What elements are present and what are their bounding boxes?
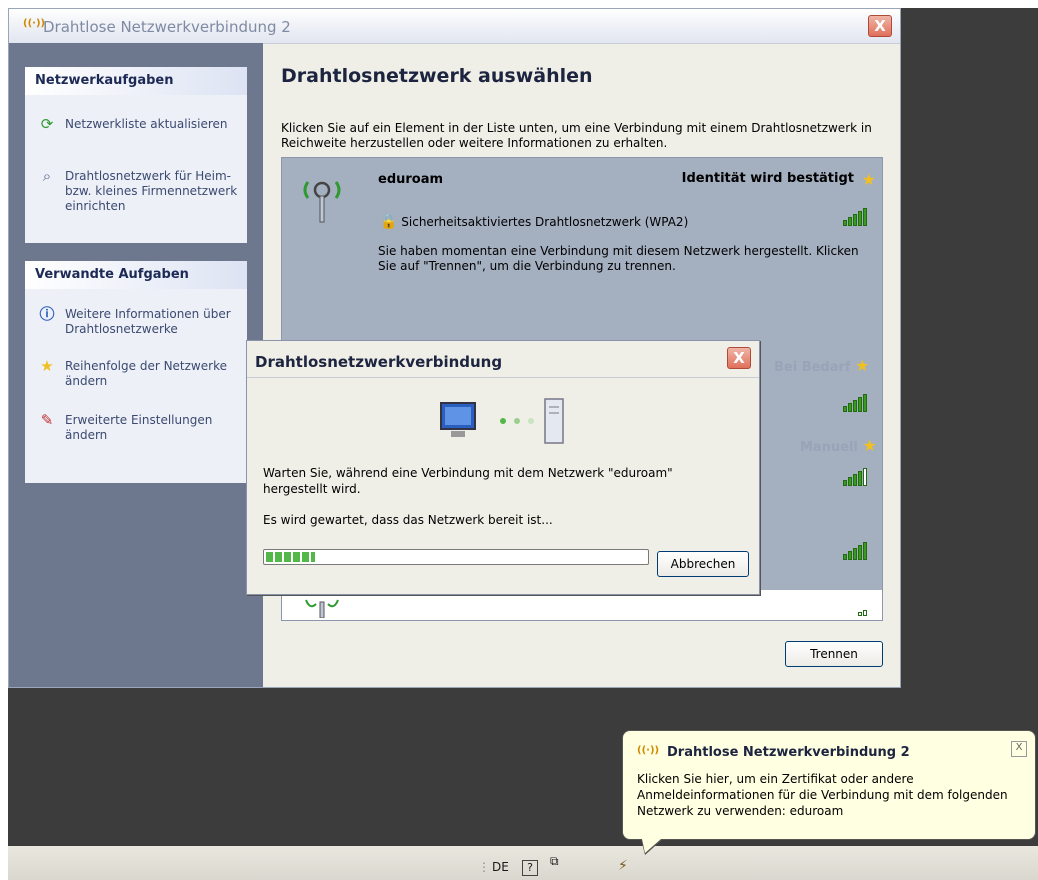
lock-icon: 🔒: [380, 214, 398, 230]
network-tray-icon[interactable]: ⚡: [618, 858, 628, 874]
dialog-close-button[interactable]: X: [727, 347, 751, 369]
wireless-icon: ((·)): [23, 18, 46, 29]
task-sidebar: Netzwerkaufgaben ⟳ Netzwerkliste aktuali…: [9, 43, 263, 687]
star-icon: ★: [862, 436, 877, 455]
connection-progress-bar: [263, 549, 649, 565]
task-change-order[interactable]: ★ Reihenfolge der Netzwerke ändern: [37, 359, 247, 393]
help-icon[interactable]: ?: [522, 860, 538, 876]
restore-icon[interactable]: ⧉: [550, 854, 559, 869]
task-setup-wireless[interactable]: ⌕ Drahtlosnetzwerk für Heim- bzw. kleine…: [37, 169, 247, 217]
network-item-2-status: Bei Bedarf ★: [774, 356, 870, 375]
connecting-message: Warten Sie, während eine Verbindung mit …: [263, 466, 673, 496]
preferred-star-icon: ★: [861, 170, 876, 189]
connecting-animation-icon: [440, 398, 564, 444]
settings-icon: ✎: [40, 411, 54, 429]
related-tasks-panel: Verwandte Aufgaben ⓘ Weitere Information…: [25, 261, 247, 483]
network-item-3-status: Manuell ★: [800, 436, 877, 455]
network-tasks-panel: Netzwerkaufgaben ⟳ Netzwerkliste aktuali…: [25, 67, 247, 243]
star-icon: ★: [40, 357, 54, 375]
balloon-title: Drahtlose Netzwerkverbindung 2: [667, 745, 910, 760]
signal-strength-icon: [843, 468, 868, 486]
task-advanced-settings[interactable]: ✎ Erweiterte Einstellungen ändern: [37, 413, 247, 447]
network-name: eduroam: [378, 172, 444, 187]
balloon-close-button[interactable]: X: [1011, 741, 1027, 757]
language-indicator[interactable]: DE: [492, 860, 509, 874]
intro-text: Klicken Sie auf ein Element in der Liste…: [281, 121, 872, 150]
signal-strength-icon: [843, 208, 868, 226]
taskbar: ⋮ DE ? ⧉ ⚡: [8, 846, 1038, 880]
waiting-message: Es wird gewartet, dass das Netzwerk bere…: [263, 513, 553, 527]
dialog-title: Drahtlosnetzwerkverbindung: [255, 353, 503, 371]
info-icon: ⓘ: [39, 305, 55, 323]
cancel-button[interactable]: Abbrechen: [657, 551, 749, 577]
close-button[interactable]: X: [868, 15, 892, 37]
signal-strength-icon: [843, 394, 868, 412]
antenna-icon: [305, 599, 339, 618]
network-tasks-heading: Netzwerkaufgaben: [25, 67, 247, 95]
signal-strength-icon: [858, 610, 868, 616]
wireless-setup-icon: ⌕: [42, 167, 52, 185]
signal-strength-icon: [843, 542, 868, 560]
title-bar: ((·)) Drahtlose Netzwerkverbindung 2 X: [9, 9, 900, 44]
notification-balloon[interactable]: ((·)) Drahtlose Netzwerkverbindung 2 X K…: [622, 730, 1036, 855]
antenna-icon: [303, 181, 341, 223]
dialog-separator: [247, 377, 759, 378]
wireless-icon: ((·)): [637, 745, 660, 756]
balloon-tail-fill: [642, 839, 661, 853]
page-title: Drahtlosnetzwerk auswählen: [281, 65, 593, 87]
connection-dialog: Drahtlosnetzwerkverbindung X Warten Sie,…: [246, 340, 760, 595]
window-title: Drahtlose Netzwerkverbindung 2: [43, 18, 291, 36]
refresh-icon: ⟳: [40, 115, 54, 133]
network-status: Identität wird bestätigt: [681, 171, 854, 186]
balloon-message: Klicken Sie hier, um ein Zertifikat oder…: [637, 772, 1008, 818]
progress-fill: [266, 552, 315, 562]
disconnect-button[interactable]: Trennen: [785, 641, 883, 667]
related-tasks-heading: Verwandte Aufgaben: [25, 261, 247, 289]
star-icon: ★: [855, 356, 870, 375]
security-text: 🔒 Sicherheitsaktiviertes Drahtlosnetzwer…: [380, 214, 689, 230]
task-refresh-list[interactable]: ⟳ Netzwerkliste aktualisieren: [37, 117, 247, 137]
task-more-info[interactable]: ⓘ Weitere Informationen über Drahtlosnet…: [37, 307, 247, 341]
connection-description: Sie haben momentan eine Verbindung mit d…: [378, 244, 859, 273]
tray-grip: ⋮: [478, 860, 490, 874]
